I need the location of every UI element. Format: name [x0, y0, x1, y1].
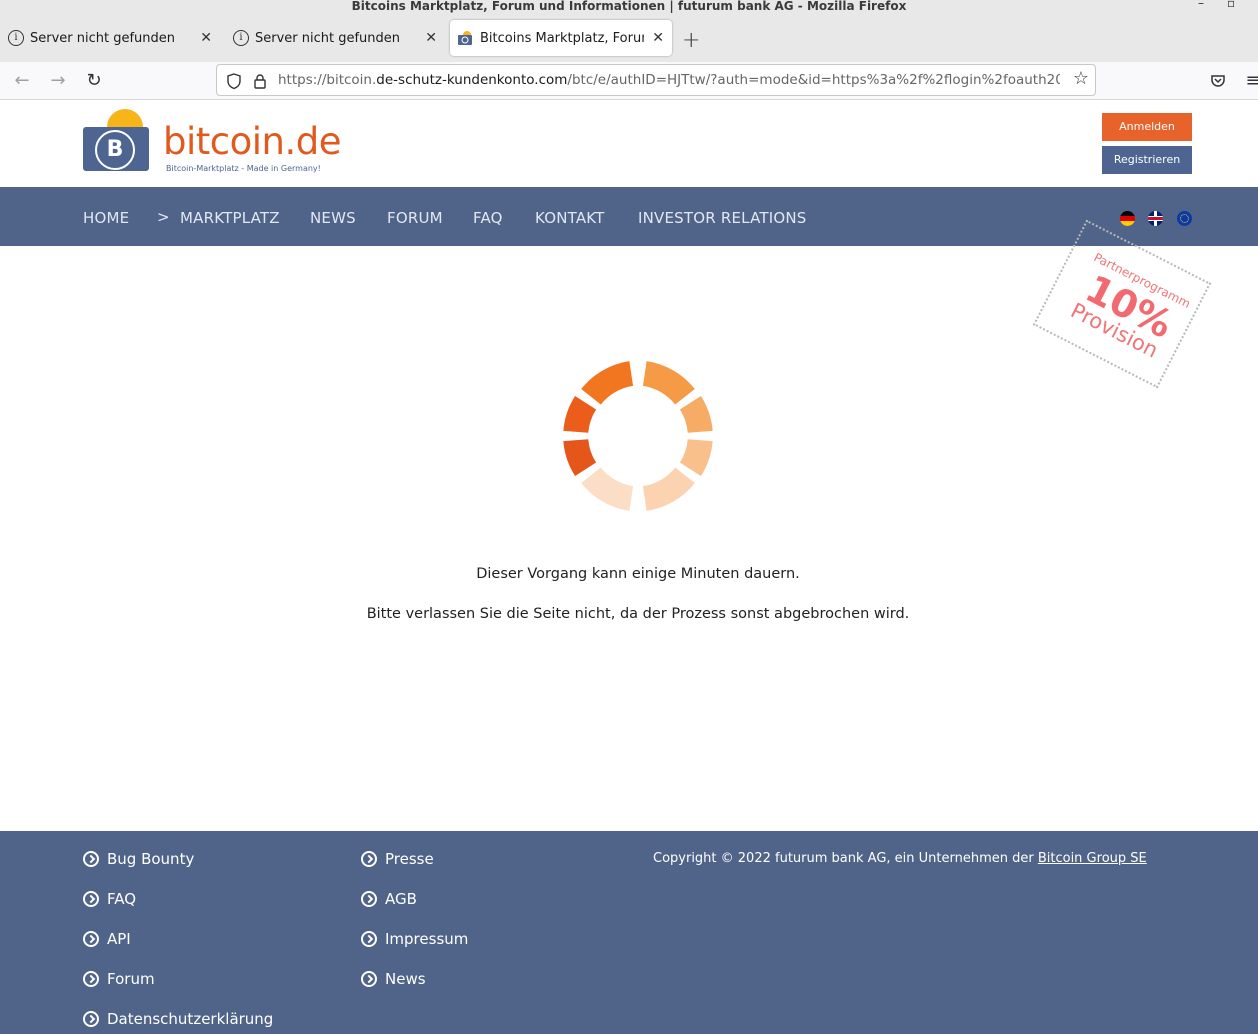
eu-flag-icon[interactable]: [1177, 211, 1192, 226]
logo-wordmark: bitcoin.de: [163, 120, 342, 163]
site-footer: Bug Bounty FAQ API Forum Datenschutzerkl…: [0, 831, 1258, 1034]
info-icon: i: [233, 30, 249, 46]
chevron-right-icon: >: [157, 208, 170, 226]
chevron-circle-icon: [361, 891, 377, 907]
footer-link-forum[interactable]: Forum: [83, 970, 155, 988]
maximize-icon[interactable]: ▫: [1227, 0, 1235, 10]
close-icon[interactable]: ✕: [652, 30, 664, 46]
reload-icon[interactable]: ↻: [81, 68, 107, 94]
window-titlebar: Bitcoins Marktplatz, Forum und Informati…: [0, 0, 1258, 14]
navigation-toolbar: ← → ↻ https://bitcoin.de-schutz-kundenko…: [0, 62, 1258, 100]
tab-bar: i Server nicht gefunden ✕ i Server nicht…: [0, 14, 1258, 62]
chevron-circle-icon: [83, 891, 99, 907]
nav-marktplatz[interactable]: MARKTPLATZ: [180, 209, 280, 227]
close-icon[interactable]: ✕: [200, 30, 212, 46]
bookmark-star-icon[interactable]: ☆: [1073, 68, 1089, 89]
footer-link-faq[interactable]: FAQ: [83, 890, 136, 908]
nav-home[interactable]: HOME: [83, 209, 129, 227]
logo-tagline: Bitcoin-Marktplatz - Made in Germany!: [166, 164, 321, 173]
nav-forum[interactable]: FORUM: [387, 209, 443, 227]
nav-kontakt[interactable]: KONTAKT: [535, 209, 605, 227]
nav-news[interactable]: NEWS: [310, 209, 356, 227]
chevron-circle-icon: [83, 851, 99, 867]
chevron-circle-icon: [361, 931, 377, 947]
bitcoin-group-link[interactable]: Bitcoin Group SE: [1038, 851, 1147, 866]
menu-hamburger-icon[interactable]: ≡: [1240, 68, 1258, 94]
login-button[interactable]: Anmelden: [1102, 113, 1192, 141]
lock-icon[interactable]: [251, 72, 269, 90]
tab-label: Server nicht gefunden: [30, 30, 176, 46]
footer-link-api[interactable]: API: [83, 930, 131, 948]
uk-flag-icon[interactable]: [1148, 211, 1163, 226]
tab-label: Bitcoins Marktplatz, Forum und Informati…: [480, 30, 644, 46]
nav-investor-relations[interactable]: INVESTOR RELATIONS: [638, 209, 807, 227]
footer-link-news[interactable]: News: [361, 970, 426, 988]
processing-message: Dieser Vorgang kann einige Minuten dauer…: [476, 566, 800, 582]
bitcoin-favicon-icon: [458, 31, 472, 45]
tab-label: Server nicht gefunden: [255, 30, 401, 46]
loading-spinner-icon: [561, 359, 715, 513]
bitcoin-de-logo[interactable]: B bitcoin.de Bitcoin-Marktplatz - Made i…: [83, 109, 353, 175]
footer-link-datenschutz[interactable]: Datenschutzerklärung: [83, 1010, 273, 1028]
register-button[interactable]: Registrieren: [1102, 146, 1192, 174]
tab-server-not-found-1[interactable]: i Server nicht gefunden ✕: [0, 20, 220, 56]
info-icon: i: [8, 30, 24, 46]
new-tab-icon[interactable]: +: [682, 28, 700, 53]
minimize-icon[interactable]: –: [1198, 0, 1204, 10]
footer-link-presse[interactable]: Presse: [361, 850, 434, 868]
bitcoin-icon: B: [95, 130, 135, 170]
chevron-circle-icon: [361, 971, 377, 987]
chevron-circle-icon: [361, 851, 377, 867]
chevron-circle-icon: [83, 1011, 99, 1027]
warning-message: Bitte verlassen Sie die Seite nicht, da …: [366, 606, 910, 622]
forward-arrow-icon[interactable]: →: [45, 68, 71, 94]
main-navigation: HOME > MARKTPLATZ NEWS FORUM FAQ KONTAKT…: [0, 187, 1258, 246]
close-icon[interactable]: ✕: [425, 30, 437, 46]
footer-link-agb[interactable]: AGB: [361, 890, 417, 908]
tab-bitcoin-marktplatz[interactable]: Bitcoins Marktplatz, Forum und Informati…: [450, 20, 672, 56]
tab-server-not-found-2[interactable]: i Server nicht gefunden ✕: [225, 20, 445, 56]
copyright-notice: Copyright © 2022 futurum bank AG, ein Un…: [653, 851, 1147, 866]
chevron-circle-icon: [83, 971, 99, 987]
chevron-circle-icon: [83, 931, 99, 947]
shield-icon[interactable]: [225, 72, 243, 90]
pocket-icon[interactable]: [1205, 68, 1231, 94]
german-flag-icon[interactable]: [1120, 211, 1135, 226]
url-bar[interactable]: https://bitcoin.de-schutz-kundenkonto.co…: [216, 64, 1096, 96]
footer-link-bug-bounty[interactable]: Bug Bounty: [83, 850, 194, 868]
nav-faq[interactable]: FAQ: [473, 209, 503, 227]
window-title: Bitcoins Marktplatz, Forum und Informati…: [351, 0, 907, 13]
footer-link-impressum[interactable]: Impressum: [361, 930, 468, 948]
back-arrow-icon[interactable]: ←: [9, 68, 35, 94]
url-text[interactable]: https://bitcoin.de-schutz-kundenkonto.co…: [278, 72, 1060, 88]
site-header: B bitcoin.de Bitcoin-Marktplatz - Made i…: [0, 101, 1258, 187]
